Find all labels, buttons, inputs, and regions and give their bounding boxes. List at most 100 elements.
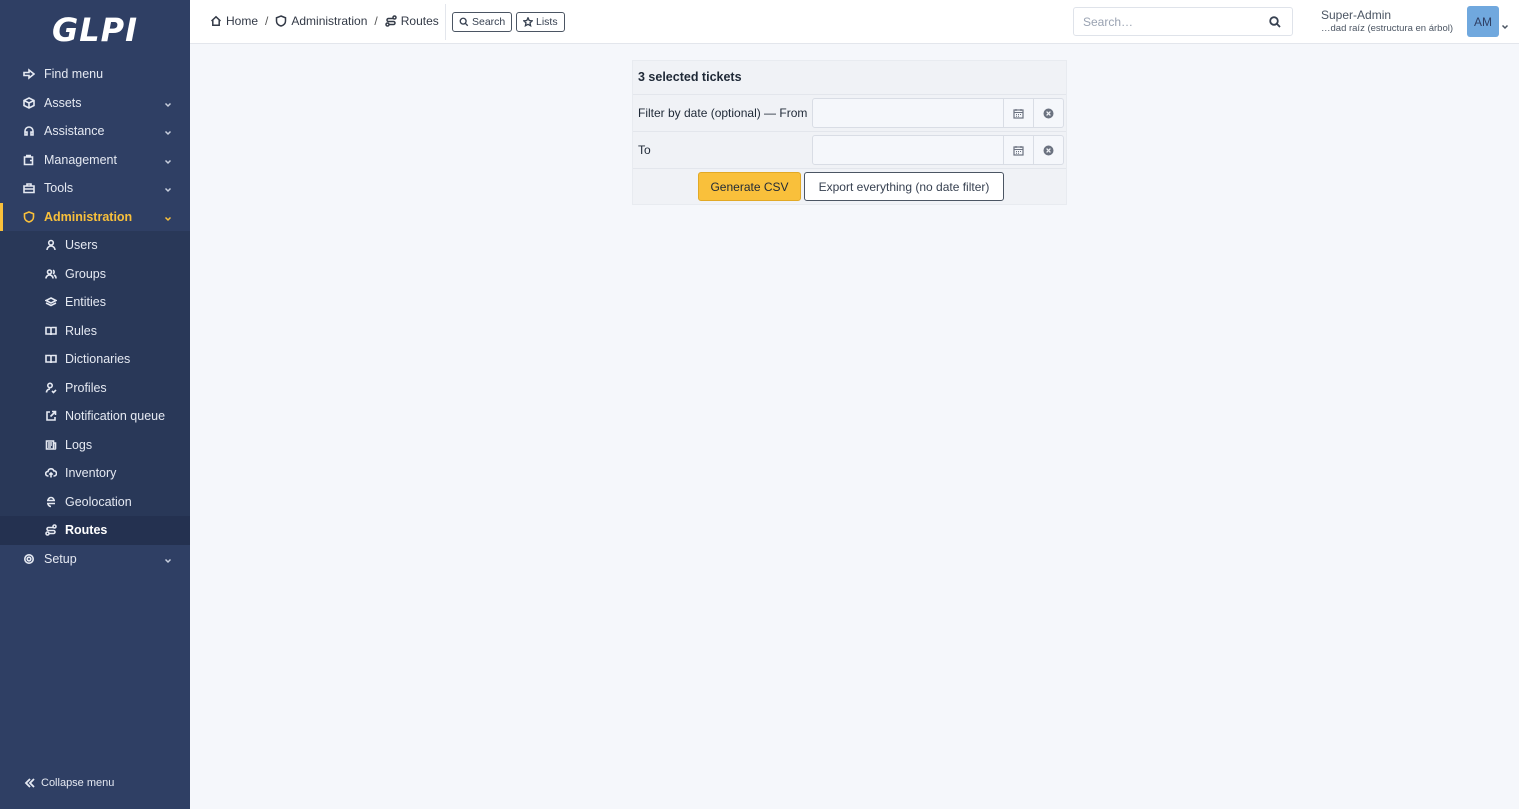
search-icon: [459, 17, 469, 27]
chevron-down-icon[interactable]: [1501, 18, 1509, 30]
shield-icon: [276, 15, 287, 27]
headset-icon: [22, 124, 36, 138]
sidebar-item-geolocation[interactable]: Geolocation: [0, 488, 190, 517]
user-name: Super-Admin: [1321, 8, 1392, 22]
date-to-label: To: [638, 143, 651, 157]
shield-icon: [22, 210, 36, 224]
gear-icon: [22, 552, 36, 566]
sidebar-item-label: Management: [44, 152, 117, 167]
sidebar-item-logs[interactable]: Logs: [0, 431, 190, 460]
sidebar-item-routes[interactable]: Routes: [0, 516, 190, 545]
sidebar-item-users[interactable]: Users: [0, 231, 190, 260]
location-icon: [44, 495, 58, 509]
sidebar-item-label: Entities: [65, 295, 106, 310]
administration-submenu: Users Groups Entities Rules Dictionaries…: [0, 231, 190, 545]
users-icon: [44, 267, 58, 281]
sidebar-item-label: Notification queue: [65, 409, 166, 424]
sidebar-item-dictionaries[interactable]: Dictionaries: [0, 345, 190, 374]
sidebar-item-profiles[interactable]: Profiles: [0, 374, 190, 403]
sidebar-item-management[interactable]: Management: [0, 146, 190, 175]
form-title: 3 selected tickets: [638, 70, 742, 84]
book-icon: [44, 352, 58, 366]
sidebar-item-inventory[interactable]: Inventory: [0, 459, 190, 488]
breadcrumb-separator: /: [374, 14, 378, 28]
sidebar-item-label: Tools: [44, 181, 74, 196]
sidebar-item-label: Assistance: [44, 124, 105, 139]
export-form: 3 selected tickets Filter by date (optio…: [632, 60, 1067, 205]
sidebar-item-label: Rules: [65, 323, 97, 338]
book-icon: [44, 324, 58, 338]
close-circle-icon: [1043, 108, 1054, 118]
briefcase-icon: [22, 181, 36, 195]
wallet-icon: [22, 153, 36, 167]
close-circle-icon: [1043, 145, 1054, 155]
clear-date-button[interactable]: [1034, 98, 1064, 128]
sidebar-item-label: Administration: [44, 209, 133, 224]
sidebar-item-assistance[interactable]: Assistance: [0, 117, 190, 146]
search-toggle-button[interactable]: Search: [452, 12, 513, 32]
chevron-down-icon: [164, 98, 172, 107]
sidebar-item-label: Geolocation: [65, 494, 132, 509]
generate-csv-button[interactable]: Generate CSV: [698, 172, 801, 201]
header-divider: [445, 4, 446, 40]
external-link-icon: [44, 409, 58, 423]
chevron-down-icon: [164, 554, 172, 563]
breadcrumb: Home / Administration / Routes: [210, 14, 439, 28]
date-to-input[interactable]: [812, 135, 1004, 165]
main-nav: Find menu Assets Assistance Management T…: [0, 60, 190, 573]
sidebar-item-label: Profiles: [65, 380, 107, 395]
date-from-input[interactable]: [812, 98, 1004, 128]
sidebar-item-rules[interactable]: Rules: [0, 317, 190, 346]
lists-button[interactable]: Lists: [516, 12, 565, 32]
user-check-icon: [44, 381, 58, 395]
chevron-down-icon: [164, 212, 172, 221]
collapse-menu-button[interactable]: Collapse menu: [24, 777, 114, 789]
breadcrumb-routes[interactable]: Routes: [384, 14, 439, 28]
date-from-label: Filter by date (optional) — From: [638, 106, 808, 120]
sidebar-item-label: Logs: [65, 437, 93, 452]
glpi-logo[interactable]: GLPI: [0, 0, 190, 60]
layers-icon: [44, 295, 58, 309]
sidebar-item-assets[interactable]: Assets: [0, 89, 190, 118]
sidebar-item-administration[interactable]: Administration: [0, 202, 190, 231]
double-chevron-left-icon: [24, 778, 35, 788]
breadcrumb-separator: /: [265, 14, 269, 28]
sidebar: GLPI Find menu Assets Assistance Managem…: [0, 0, 190, 809]
avatar[interactable]: AM: [1467, 6, 1499, 37]
route-icon: [44, 523, 58, 537]
collapse-menu-label: Collapse menu: [41, 777, 115, 789]
sidebar-item-find-menu[interactable]: Find menu: [0, 60, 190, 89]
breadcrumb-administration[interactable]: Administration: [275, 14, 367, 28]
sidebar-item-label: Groups: [65, 266, 106, 281]
user-icon: [44, 238, 58, 252]
calendar-icon: [1013, 145, 1024, 156]
sidebar-item-setup[interactable]: Setup: [0, 545, 190, 574]
home-icon: [210, 15, 222, 26]
arrow-right-icon: [22, 67, 36, 81]
global-search: [1073, 7, 1293, 36]
calendar-button[interactable]: [1004, 135, 1034, 165]
sidebar-item-label: Assets: [44, 95, 82, 110]
user-menu[interactable]: Super-Admin …dad raíz (estructura en árb…: [1321, 9, 1453, 35]
search-toggle-label: Search: [472, 16, 506, 28]
calendar-icon: [1013, 108, 1024, 119]
breadcrumb-home[interactable]: Home: [210, 14, 258, 28]
news-icon: [44, 438, 58, 452]
sidebar-item-entities[interactable]: Entities: [0, 288, 190, 317]
chevron-down-icon: [164, 155, 172, 164]
sidebar-item-groups[interactable]: Groups: [0, 260, 190, 289]
clear-date-button[interactable]: [1034, 135, 1064, 165]
top-header: Home / Administration / Routes Search Li…: [190, 0, 1519, 44]
search-input[interactable]: [1074, 8, 1254, 35]
sidebar-item-label: Dictionaries: [65, 352, 131, 367]
export-everything-button[interactable]: Export everything (no date filter): [804, 172, 1004, 201]
sidebar-item-tools[interactable]: Tools: [0, 174, 190, 203]
sidebar-item-label: Routes: [65, 523, 108, 538]
breadcrumb-label: Administration: [291, 14, 368, 28]
chevron-down-icon: [164, 126, 172, 136]
sidebar-item-label: Users: [65, 238, 98, 253]
calendar-button[interactable]: [1004, 98, 1034, 128]
search-icon[interactable]: [1269, 16, 1281, 28]
sidebar-item-label: Inventory: [65, 466, 117, 481]
sidebar-item-notification-queue[interactable]: Notification queue: [0, 402, 190, 431]
